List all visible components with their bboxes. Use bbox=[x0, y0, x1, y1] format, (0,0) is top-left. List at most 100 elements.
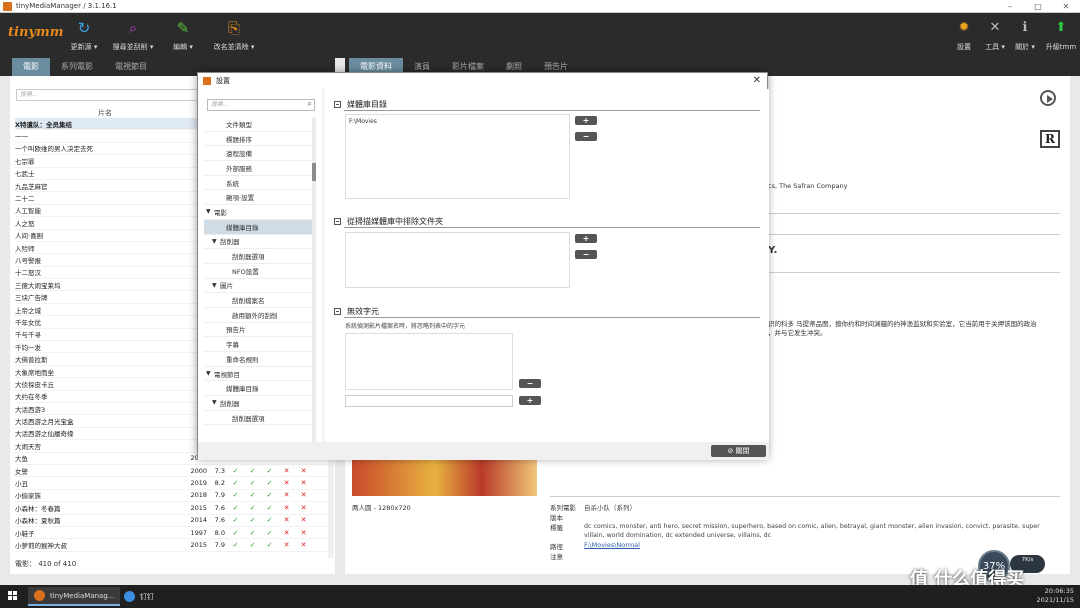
movie-rating: 7.3 bbox=[214, 466, 225, 475]
upgrade-button[interactable]: ⬆ 升級tmm bbox=[1044, 19, 1078, 52]
edition-label: 版本 bbox=[550, 514, 563, 522]
close-dialog-button[interactable]: ⊘ 關閉 bbox=[711, 445, 766, 457]
settings-tree-item[interactable]: 外部服務 bbox=[204, 161, 312, 176]
collapse-icon[interactable] bbox=[334, 101, 341, 108]
check-icon: ✓ bbox=[266, 466, 273, 475]
pane-splitter[interactable] bbox=[322, 89, 325, 442]
section-exclude-dirs-header[interactable]: 從掃描媒體庫中排除文件夾 bbox=[334, 216, 443, 227]
settings-tree-item[interactable]: 媒體庫目錄 bbox=[204, 381, 312, 397]
settings-tree-label: 重命名規則 bbox=[226, 355, 259, 364]
expand-arrow-icon[interactable]: ▼ bbox=[206, 370, 214, 377]
settings-tree-item[interactable]: 雜項·設置 bbox=[204, 190, 312, 206]
media-dirs-list[interactable]: F:\Movies bbox=[345, 114, 570, 199]
fanart-image[interactable] bbox=[352, 458, 537, 496]
rename-clean-button[interactable]: ⎘ 改名並清除 ▾ bbox=[208, 19, 260, 52]
settings-tree-item[interactable]: 標題排序 bbox=[204, 132, 312, 147]
windows-start-icon[interactable] bbox=[8, 591, 18, 601]
movie-title: 大象席地而坐 bbox=[15, 368, 54, 377]
app-icon bbox=[3, 1, 12, 11]
movie-row[interactable]: 小偷家族 2018 7.9 ✓ ✓ ✓ ✕ ✕ bbox=[15, 490, 333, 503]
settings-search-input[interactable]: 搜尋... ⌕ bbox=[207, 99, 315, 111]
play-trailer-icon[interactable] bbox=[1040, 90, 1056, 106]
tab-movies[interactable]: 電影 bbox=[12, 58, 50, 76]
media-dir-item[interactable]: F:\Movies bbox=[349, 118, 566, 125]
check-icon: ✓ bbox=[249, 466, 256, 475]
exclude-dirs-list[interactable] bbox=[345, 232, 570, 288]
settings-tree-item[interactable]: 重命名規則 bbox=[204, 352, 312, 367]
remove-exclude-dir-button[interactable]: − bbox=[575, 250, 597, 259]
maximize-button[interactable]: □ bbox=[1024, 0, 1052, 13]
settings-tree-label: 遠程設備 bbox=[226, 150, 252, 159]
taskbar-item-tinymediamanager[interactable]: tinyMediaManag... bbox=[28, 587, 121, 606]
check-icon: ✓ bbox=[249, 479, 256, 488]
tab-tv-shows[interactable]: 電視節目 bbox=[104, 58, 158, 76]
add-bad-word-button[interactable]: + bbox=[519, 396, 541, 405]
update-sources-button[interactable]: ↻ 更新源 ▾ bbox=[63, 19, 105, 52]
rename-icon: ⎘ bbox=[227, 19, 240, 37]
settings-tree-item[interactable]: 啟用額外的刮削 bbox=[204, 308, 312, 323]
check-icon: ✓ bbox=[232, 516, 239, 525]
movie-row[interactable]: 女警 2000 7.3 ✓ ✓ ✓ ✕ ✕ bbox=[15, 465, 333, 478]
collapse-icon[interactable] bbox=[334, 308, 341, 315]
movie-title: 小萝莉的猴神大叔 bbox=[15, 541, 67, 550]
search-scrape-button[interactable]: ⌕ 搜尋並刮削 ▾ bbox=[112, 19, 154, 52]
settings-tree-item[interactable]: 刮削檔案名 bbox=[204, 293, 312, 308]
settings-tree-item[interactable]: ▼ 電影 bbox=[204, 205, 312, 220]
note-label: 注意 bbox=[550, 553, 563, 561]
settings-tree-item[interactable]: 遠程設備 bbox=[204, 146, 312, 162]
section-bad-words-header[interactable]: 無效字元 bbox=[334, 306, 379, 317]
tools-button[interactable]: ✕ 工具 ▾ bbox=[980, 19, 1010, 52]
settings-tree-item[interactable]: 媒體庫目錄 bbox=[204, 219, 312, 235]
settings-tree-item[interactable]: ▼ 刮削器 bbox=[204, 235, 312, 250]
expand-arrow-icon[interactable]: ▼ bbox=[206, 208, 214, 215]
movie-row[interactable]: 小森林：冬春篇 2015 7.6 ✓ ✓ ✓ ✕ ✕ bbox=[15, 502, 333, 515]
add-exclude-dir-button[interactable]: + bbox=[575, 234, 597, 243]
expand-arrow-icon[interactable]: ▼ bbox=[212, 282, 220, 289]
movie-title: 大侦探皮卡丘 bbox=[15, 380, 54, 389]
movie-row[interactable]: 小森林：夏秋篇 2014 7.6 ✓ ✓ ✓ ✕ ✕ bbox=[15, 515, 333, 527]
bad-word-input[interactable] bbox=[345, 395, 513, 407]
taskbar-item-dingtalk[interactable]: 钉钉 bbox=[118, 587, 160, 606]
add-media-dir-button[interactable]: + bbox=[575, 116, 597, 125]
remove-media-dir-button[interactable]: − bbox=[575, 132, 597, 141]
edit-button[interactable]: ✎ 編輯 ▾ bbox=[162, 19, 204, 52]
movie-row[interactable]: 小丑 2019 8.2 ✓ ✓ ✓ ✕ ✕ bbox=[15, 477, 333, 490]
settings-tree-item[interactable]: NFO設置 bbox=[204, 264, 312, 279]
search-icon: ⌕ bbox=[307, 99, 312, 108]
movie-title: 千年女优 bbox=[15, 318, 41, 327]
movie-rating: 8.0 bbox=[214, 528, 225, 537]
bad-words-list[interactable] bbox=[345, 333, 513, 390]
settings-tree-item[interactable]: ▼ 刮削器 bbox=[204, 396, 312, 411]
settings-tree-item[interactable]: 系統 bbox=[204, 176, 312, 191]
remove-bad-word-button[interactable]: − bbox=[519, 379, 541, 388]
section-media-dirs-header[interactable]: 媒體庫目錄 bbox=[334, 99, 387, 110]
column-header-title[interactable]: 片名 bbox=[15, 108, 195, 118]
tree-scrollbar-thumb[interactable] bbox=[312, 163, 316, 181]
settings-tree-item[interactable]: 預告片 bbox=[204, 323, 312, 338]
settings-button[interactable]: ✹ 設置 bbox=[949, 19, 979, 52]
dialog-close-icon[interactable]: ✕ bbox=[753, 75, 761, 86]
tab-movie-sets[interactable]: 系列電影 bbox=[50, 58, 104, 76]
settings-tree-item[interactable]: 文件類型 bbox=[204, 117, 312, 132]
section-divider bbox=[344, 110, 760, 111]
settings-tree-item[interactable]: 刮削器選項 bbox=[204, 411, 312, 426]
about-button[interactable]: ℹ 關於 ▾ bbox=[1010, 19, 1040, 52]
settings-tree-item[interactable]: ▼ 電視節目 bbox=[204, 367, 312, 382]
movie-title: 千与千寻 bbox=[15, 331, 41, 340]
expand-arrow-icon[interactable]: ▼ bbox=[212, 399, 220, 406]
movie-row[interactable]: 小萝莉的猴神大叔 2015 7.9 ✓ ✓ ✓ ✕ ✕ bbox=[15, 539, 333, 552]
settings-tree-item[interactable]: 字幕 bbox=[204, 337, 312, 352]
section-divider bbox=[344, 227, 760, 228]
path-link[interactable]: F:\Movies\Normal bbox=[584, 541, 640, 549]
settings-tree-item[interactable]: 刮削器選項 bbox=[204, 249, 312, 264]
movie-row[interactable]: 小鞋子 1997 8.0 ✓ ✓ ✓ ✕ ✕ bbox=[15, 527, 333, 540]
expand-arrow-icon[interactable]: ▼ bbox=[212, 238, 220, 245]
settings-tree-item[interactable]: ▼ 圖片 bbox=[204, 279, 312, 294]
close-button[interactable]: ✕ bbox=[1052, 0, 1080, 13]
settings-tree-label: 啟用額外的刮削 bbox=[232, 311, 278, 320]
system-clock[interactable]: 20:06:35 2021/11/15 bbox=[1037, 587, 1074, 605]
settings-tree: 文件類型 標題排序 遠程設備 外部服務 系統 雜項·設置 ▼ 電影 媒體庫目錄 ▼ 刮削器 刮削器選項… bbox=[204, 117, 312, 426]
minimize-button[interactable]: – bbox=[996, 0, 1024, 13]
collapse-icon[interactable] bbox=[334, 218, 341, 225]
tree-scrollbar[interactable] bbox=[312, 117, 316, 442]
